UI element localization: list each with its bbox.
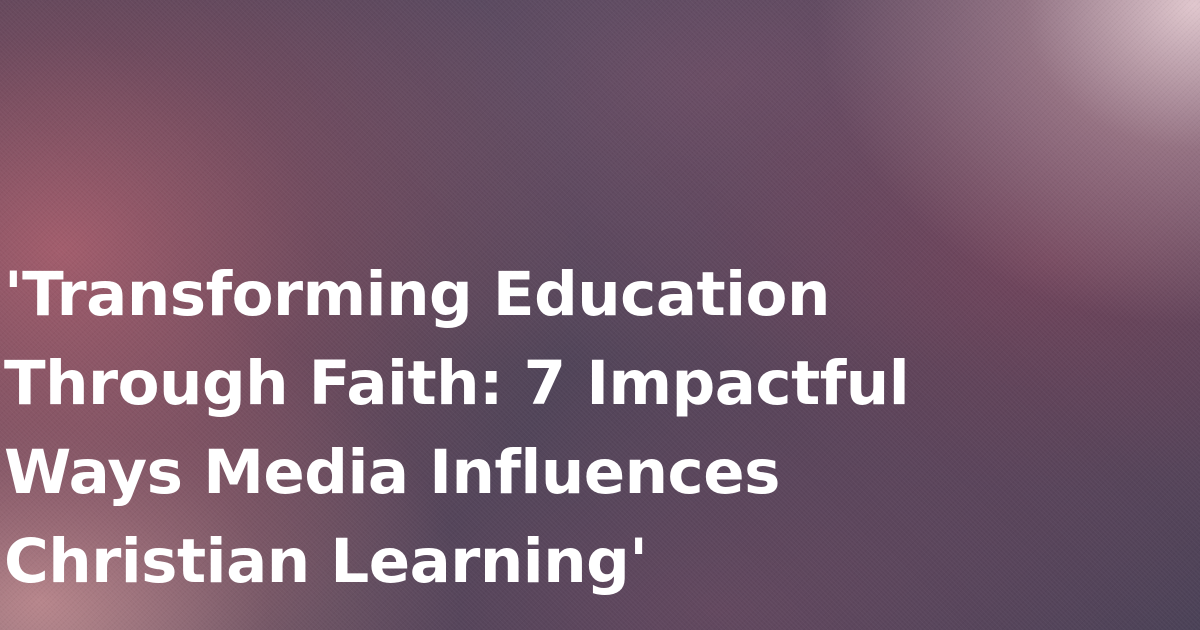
page-title: 'Transforming Education Through Faith: 7… <box>4 259 910 597</box>
cover-image: 'Transforming Education Through Faith: 7… <box>0 0 1200 630</box>
